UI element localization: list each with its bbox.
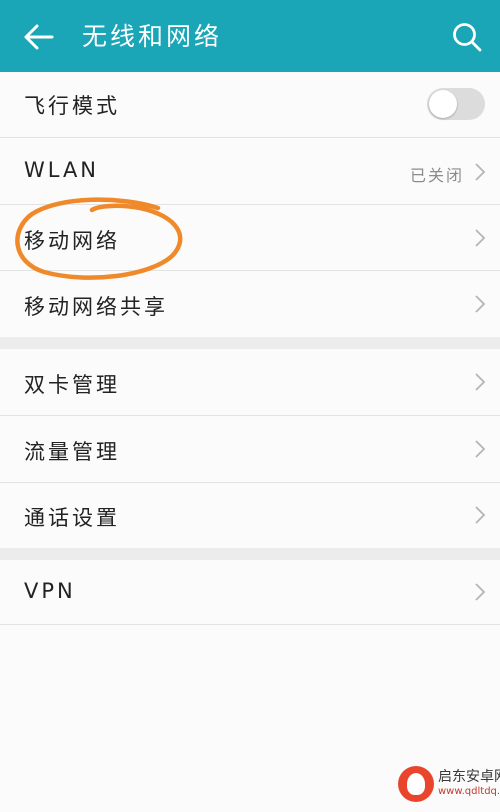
airplane-mode-toggle[interactable] <box>427 88 485 120</box>
dual-sim-row[interactable]: 双卡管理 <box>0 349 500 416</box>
chevron-right-icon <box>475 583 486 601</box>
wlan-status: 已关闭 <box>409 166 464 185</box>
data-usage-label: 流量管理 <box>24 440 120 464</box>
dual-sim-label: 双卡管理 <box>24 373 120 397</box>
site-watermark: 启东安卓网 www.qdltdq.com <box>398 762 500 808</box>
airplane-mode-label: 飞行模式 <box>24 94 120 118</box>
mobile-network-row[interactable]: 移动网络 <box>0 205 500 271</box>
mobile-network-label: 移动网络 <box>24 229 120 253</box>
wlan-row[interactable]: WLAN 已关闭 <box>0 138 500 205</box>
call-settings-label: 通话设置 <box>24 506 120 530</box>
wlan-label: WLAN <box>24 158 100 182</box>
call-settings-row[interactable]: 通话设置 <box>0 483 500 548</box>
chevron-right-icon <box>475 163 486 181</box>
arrow-left-icon[interactable] <box>22 22 56 52</box>
vpn-row[interactable]: VPN <box>0 560 500 625</box>
chevron-right-icon <box>475 295 486 313</box>
data-usage-row[interactable]: 流量管理 <box>0 416 500 483</box>
app-bar: 无线和网络 <box>0 0 500 72</box>
watermark-url: www.qdltdq.com <box>438 786 500 797</box>
search-icon[interactable] <box>452 22 482 52</box>
tethering-row[interactable]: 移动网络共享 <box>0 271 500 337</box>
watermark-title: 启东安卓网 <box>438 769 500 785</box>
vpn-label: VPN <box>24 579 76 603</box>
chevron-right-icon <box>475 440 486 458</box>
section-divider <box>0 337 500 349</box>
chevron-right-icon <box>475 229 486 247</box>
chevron-right-icon <box>475 373 486 391</box>
chevron-right-icon <box>475 506 486 524</box>
airplane-mode-row[interactable]: 飞行模式 <box>0 72 500 138</box>
page-title: 无线和网络 <box>82 22 223 51</box>
watermark-logo-icon <box>398 766 434 802</box>
toggle-knob <box>429 90 457 118</box>
section-divider <box>0 548 500 560</box>
tethering-label: 移动网络共享 <box>24 295 168 319</box>
